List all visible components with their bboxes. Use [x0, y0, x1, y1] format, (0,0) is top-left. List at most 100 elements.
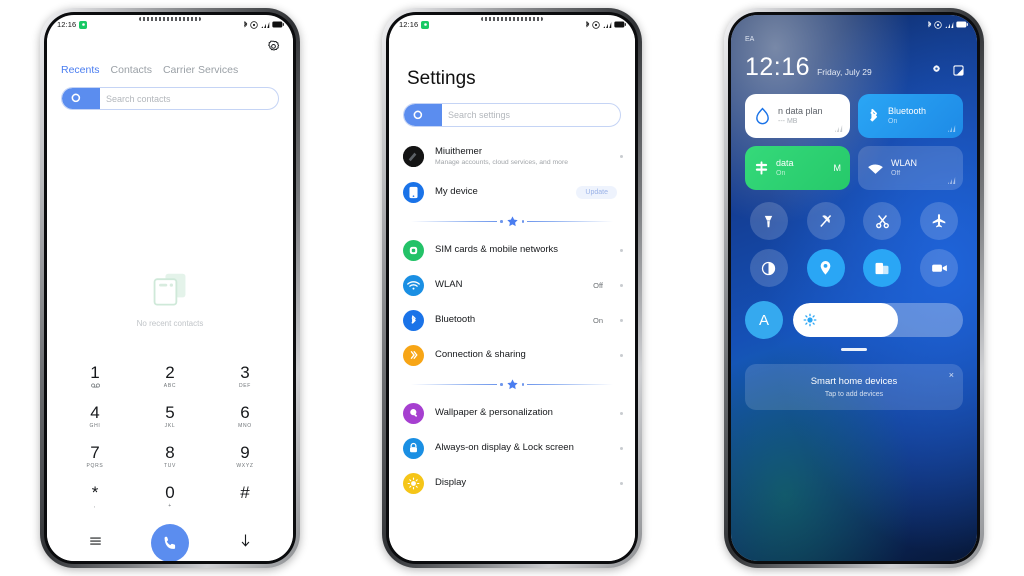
tile-expand-icon[interactable] [948, 177, 956, 184]
key-4[interactable]: 4 GHI [65, 404, 125, 429]
brightness-slider[interactable] [793, 303, 963, 337]
auto-brightness-button[interactable]: A [745, 301, 783, 339]
clock-date: Friday, July 29 [817, 67, 872, 77]
tile-wlan[interactable]: WLAN Off [858, 146, 963, 190]
tab-recents[interactable]: Recents [61, 64, 100, 76]
key-6[interactable]: 6 MNO [215, 404, 275, 429]
data-drop-icon [756, 107, 769, 124]
battery-icon [272, 21, 284, 28]
toggle-dark-mode[interactable] [749, 249, 788, 287]
phone-settings: 12:16 Settings Search settings Miuitheme… [382, 8, 642, 568]
wifi-icon [403, 274, 424, 296]
toggle-airplane-mode[interactable] [920, 202, 959, 240]
smart-home-card[interactable]: × Smart home devices Tap to add devices [745, 364, 963, 410]
toggle-screenshot[interactable] [863, 202, 902, 240]
tile-mobile-data[interactable]: data On M [745, 146, 850, 190]
update-badge[interactable]: Update [576, 185, 617, 199]
empty-recents-state: No recent contacts [47, 271, 293, 328]
key-8[interactable]: 8 TUV [140, 444, 200, 469]
key-5[interactable]: 5 JKL [140, 404, 200, 429]
key-star[interactable]: * , [65, 484, 125, 509]
toggle-location[interactable] [806, 249, 845, 287]
star-icon [506, 379, 518, 389]
toggle-flashlight[interactable] [749, 202, 788, 240]
divider-dot [500, 383, 503, 386]
gear-icon[interactable] [266, 39, 281, 54]
phone-screen-settings: 12:16 Settings Search settings Miuitheme… [389, 15, 635, 561]
key-9[interactable]: 9 WXYZ [215, 444, 275, 469]
row-title: Always-on display & Lock screen [435, 442, 574, 454]
empty-state-text: No recent contacts [136, 319, 204, 328]
settings-row-account[interactable]: Miuithemer Manage accounts, cloud servic… [389, 139, 635, 175]
speaker-grille [481, 17, 543, 21]
tile-title: n data plan [778, 105, 823, 116]
flashlight-icon [765, 215, 773, 227]
key-sub: ABC [163, 383, 177, 389]
call-button[interactable] [140, 524, 200, 561]
key-1[interactable]: 1 [65, 364, 125, 389]
key-sub: DEF [238, 383, 252, 389]
tile-subtitle: On [776, 170, 786, 178]
settings-row-sim-cards[interactable]: SIM cards & mobile networks [389, 233, 635, 268]
airplane-icon [932, 214, 946, 228]
row-title: SIM cards & mobile networks [435, 244, 559, 256]
row-title: Display [435, 477, 467, 489]
toggle-silent[interactable] [806, 202, 845, 240]
screenshot-icon[interactable] [952, 64, 965, 77]
dnd-icon [934, 20, 942, 29]
tab-carrier-services[interactable]: Carrier Services [163, 64, 238, 76]
close-icon[interactable]: × [949, 370, 954, 380]
key-sub: WXYZ [236, 463, 254, 469]
status-badge-icon [79, 20, 88, 29]
call-button-circle[interactable] [151, 524, 189, 561]
key-digit: # [240, 483, 250, 502]
connection-icon [403, 344, 424, 366]
settings-row-lock-screen[interactable]: Always-on display & Lock screen [389, 431, 635, 466]
settings-row-my-device[interactable]: My device Update [389, 175, 635, 210]
drag-handle[interactable] [841, 348, 867, 351]
tile-expand-icon[interactable] [948, 125, 956, 132]
key-sub: MNO [238, 423, 252, 429]
device-icon [403, 181, 424, 203]
display-icon [403, 472, 424, 494]
settings-row-wallpaper[interactable]: Wallpaper & personalization [389, 396, 635, 431]
toggle-cast[interactable] [863, 249, 902, 287]
settings-row-connection-sharing[interactable]: Connection & sharing [389, 338, 635, 373]
settings-row-wlan[interactable]: WLAN Off [389, 268, 635, 303]
keypad-row: * , 0 + # [65, 484, 275, 509]
tile-subtitle: On [888, 118, 898, 126]
key-2[interactable]: 2 ABC [140, 364, 200, 389]
key-7[interactable]: 7 PQRS [65, 444, 125, 469]
key-0[interactable]: 0 + [140, 484, 200, 509]
chevron-icon [620, 155, 623, 159]
tile-expand-icon[interactable] [835, 125, 843, 132]
tab-contacts[interactable]: Contacts [111, 64, 152, 76]
dialer-menu-button[interactable] [65, 534, 125, 552]
settings-row-bluetooth[interactable]: Bluetooth On [389, 303, 635, 338]
wifi-icon [868, 163, 883, 174]
tile-data-plan[interactable]: n data plan --- MB [745, 94, 850, 138]
status-badge-icon [421, 20, 430, 29]
bluetooth-icon [927, 20, 931, 28]
search-contacts-bar[interactable]: Search contacts [61, 87, 279, 110]
key-3[interactable]: 3 DEF [215, 364, 275, 389]
phone-screen-control-center: EA 12:16 Friday, July 29 n data plan ---… [731, 15, 977, 561]
key-hash[interactable]: # [215, 484, 275, 509]
tile-bluetooth[interactable]: Bluetooth On [858, 94, 963, 138]
divider-dot [521, 383, 524, 386]
screenshot-scissors-icon [875, 214, 889, 228]
search-settings-bar[interactable]: Search settings [403, 103, 621, 127]
key-sub: JKL [164, 423, 176, 429]
dial-keypad: 1 2 ABC 3 DEF 4 GHI 5 JKL 6 MNO 7 PQRS 8… [47, 364, 293, 561]
decorative-divider [389, 210, 635, 233]
divider-line-right [527, 220, 613, 222]
toggle-screen-record[interactable] [920, 249, 959, 287]
search-input[interactable]: Search contacts [62, 94, 171, 104]
keypad-row: 1 2 ABC 3 DEF [65, 364, 275, 389]
settings-row-display[interactable]: Display [389, 466, 635, 501]
hide-keypad-button[interactable] [215, 533, 275, 553]
tile-title: data [776, 157, 794, 168]
chevron-icon [620, 318, 623, 322]
search-input[interactable]: Search settings [404, 110, 510, 120]
settings-icon[interactable] [930, 64, 943, 77]
